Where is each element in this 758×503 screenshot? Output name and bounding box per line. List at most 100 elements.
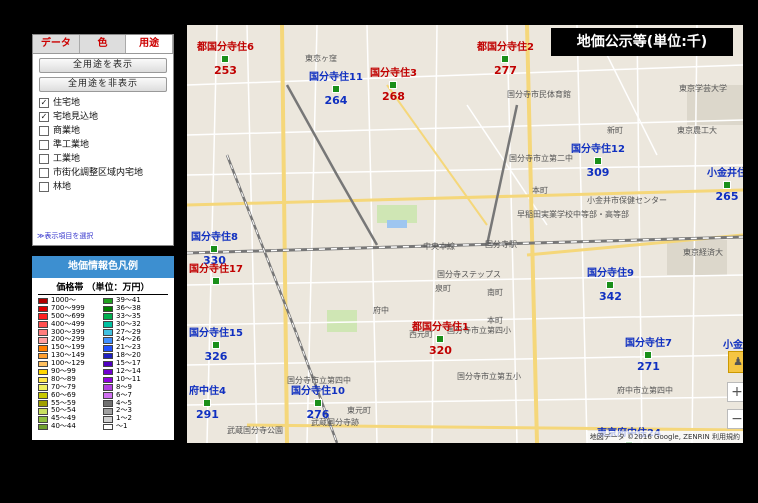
show-all-usage-button[interactable]: 全用途を表示: [39, 58, 167, 73]
point-price: 276: [306, 408, 330, 421]
usage-checkbox-row[interactable]: 林地: [39, 180, 173, 194]
legend-row: ～1: [103, 422, 168, 431]
price-color-legend: 地価情報色凡例 価格帯 （単位：万円） 1000～ 700～999 500～699 4…: [32, 256, 174, 440]
map-canvas[interactable]: 東恋ヶ窪 国分寺市民体育館 国分寺駅 国分寺市立第二中 本町 中央本線 早稲田実業学校中等部…: [187, 25, 743, 443]
checkbox[interactable]: ✓: [39, 112, 49, 122]
usage-checkbox-row[interactable]: 市街化調整区域内宅地: [39, 166, 173, 180]
point-marker-icon[interactable]: [331, 85, 340, 93]
legend-swatch: [103, 392, 113, 399]
legend-swatch: [38, 392, 48, 399]
legend-row: 40～44: [38, 422, 103, 431]
price-point[interactable]: 府中住4 291: [189, 379, 226, 421]
price-point[interactable]: 国分寺住10 276: [291, 379, 345, 421]
price-point[interactable]: 国分寺住7 271: [625, 331, 672, 373]
point-marker-icon[interactable]: [501, 55, 510, 63]
point-name: 都国分寺住2: [477, 42, 534, 53]
point-marker-icon[interactable]: [221, 55, 230, 63]
place-label: 南町: [487, 288, 503, 297]
point-name: 国分寺住8: [191, 232, 238, 243]
point-name: 都国分寺住1: [412, 322, 469, 333]
place-label: 本町: [487, 316, 503, 325]
legend-swatch: [103, 423, 113, 431]
point-name: 国分寺住7: [625, 338, 672, 349]
point-marker-icon[interactable]: [210, 245, 219, 253]
price-point[interactable]: 小金井住 265: [707, 161, 743, 203]
point-name: 国分寺住3: [370, 68, 417, 79]
legend-swatch: [103, 384, 113, 391]
price-point[interactable]: 国分寺住3 268: [370, 61, 417, 103]
tab-usage[interactable]: 用途: [126, 35, 174, 53]
place-label: 東恋ヶ窪: [305, 54, 337, 63]
point-marker-icon[interactable]: [203, 399, 212, 407]
checkbox[interactable]: [39, 140, 49, 150]
usage-checkbox-row[interactable]: 工業地: [39, 152, 173, 166]
point-price: 271: [637, 360, 660, 373]
legend-range-label: ～1: [116, 422, 128, 431]
legend-swatch: [38, 313, 48, 320]
price-point[interactable]: 国分寺住9 342: [587, 261, 634, 303]
price-point[interactable]: 都国分寺住1 320: [412, 315, 469, 357]
legend-swatch: [103, 345, 113, 352]
point-price: 265: [715, 190, 739, 203]
point-price: 326: [204, 350, 228, 363]
place-label: 本町: [532, 186, 548, 195]
legend-swatch: [38, 400, 48, 407]
point-marker-icon[interactable]: [211, 277, 220, 285]
usage-checklist: ✓ 住宅地 ✓ 宅地見込地 商業地 準工業地 工業地 市街化調整区域内宅地 林地: [39, 96, 173, 194]
checkbox-label: 宅地見込地: [53, 112, 99, 122]
checkbox[interactable]: [39, 126, 49, 136]
hide-all-usage-button[interactable]: 全用途を非表示: [39, 77, 167, 92]
legend-swatch: [103, 416, 113, 423]
point-marker-icon[interactable]: [593, 157, 602, 165]
price-point[interactable]: 都国分寺住2 277: [477, 35, 534, 77]
price-point[interactable]: 国分寺住11 264: [309, 65, 363, 107]
point-marker-icon[interactable]: [644, 351, 653, 359]
point-name: 小金井住: [707, 168, 743, 179]
legend-swatch: [38, 423, 48, 431]
zoom-out-button[interactable]: −: [727, 409, 743, 429]
legend-swatch: [38, 416, 48, 423]
price-point[interactable]: 国分寺住15 326: [189, 321, 243, 363]
map-title: 地価公示等(単位:千): [551, 28, 733, 56]
price-point[interactable]: 国分寺住12 309: [571, 137, 625, 179]
legend-swatch: [38, 408, 48, 415]
legend-swatch: [38, 384, 48, 391]
place-label: 国分寺ステップス: [437, 270, 501, 279]
point-marker-icon[interactable]: [211, 341, 220, 349]
place-label: 府中: [373, 306, 389, 315]
point-marker-icon[interactable]: [606, 281, 615, 289]
legend-row: 10～11: [103, 375, 168, 384]
price-point[interactable]: 国分寺住17: [189, 257, 243, 286]
legend-swatch: [103, 321, 113, 328]
checkbox[interactable]: ✓: [39, 98, 49, 108]
checkbox[interactable]: [39, 154, 49, 164]
point-marker-icon[interactable]: [313, 399, 322, 407]
point-price: 309: [586, 166, 610, 179]
price-point[interactable]: 都国分寺住6 253: [197, 35, 254, 77]
pond: [387, 220, 407, 228]
tab-data[interactable]: データ: [33, 35, 80, 53]
legend-swatch: [38, 352, 48, 360]
legend-column-left: 1000～ 700～999 500～699 400～499 300～399 200～299…: [38, 296, 103, 431]
point-name: 府中住4: [189, 386, 226, 397]
point-marker-icon[interactable]: [389, 81, 398, 89]
legend-swatch: [38, 305, 48, 313]
usage-checkbox-row[interactable]: 準工業地: [39, 138, 173, 152]
street-view-pegman-icon[interactable]: ♟: [728, 351, 743, 373]
tab-color[interactable]: 色: [79, 35, 127, 53]
point-price: 264: [324, 94, 348, 107]
point-marker-icon[interactable]: [436, 335, 445, 343]
usage-checkbox-row[interactable]: ✓ 宅地見込地: [39, 110, 173, 124]
place-label: 東元町: [347, 406, 371, 415]
checkbox-label: 工業地: [53, 154, 81, 164]
checkbox[interactable]: [39, 182, 49, 192]
checkbox[interactable]: [39, 168, 49, 178]
select-display-items-link[interactable]: ≫表示項目を選択: [37, 231, 93, 241]
legend-swatch: [103, 368, 113, 376]
checkbox-label: 準工業地: [53, 140, 90, 150]
point-marker-icon[interactable]: [723, 181, 731, 189]
usage-checkbox-row[interactable]: ✓ 住宅地: [39, 96, 173, 110]
zoom-in-button[interactable]: +: [727, 382, 743, 402]
place-label: 新町: [607, 126, 623, 135]
usage-checkbox-row[interactable]: 商業地: [39, 124, 173, 138]
